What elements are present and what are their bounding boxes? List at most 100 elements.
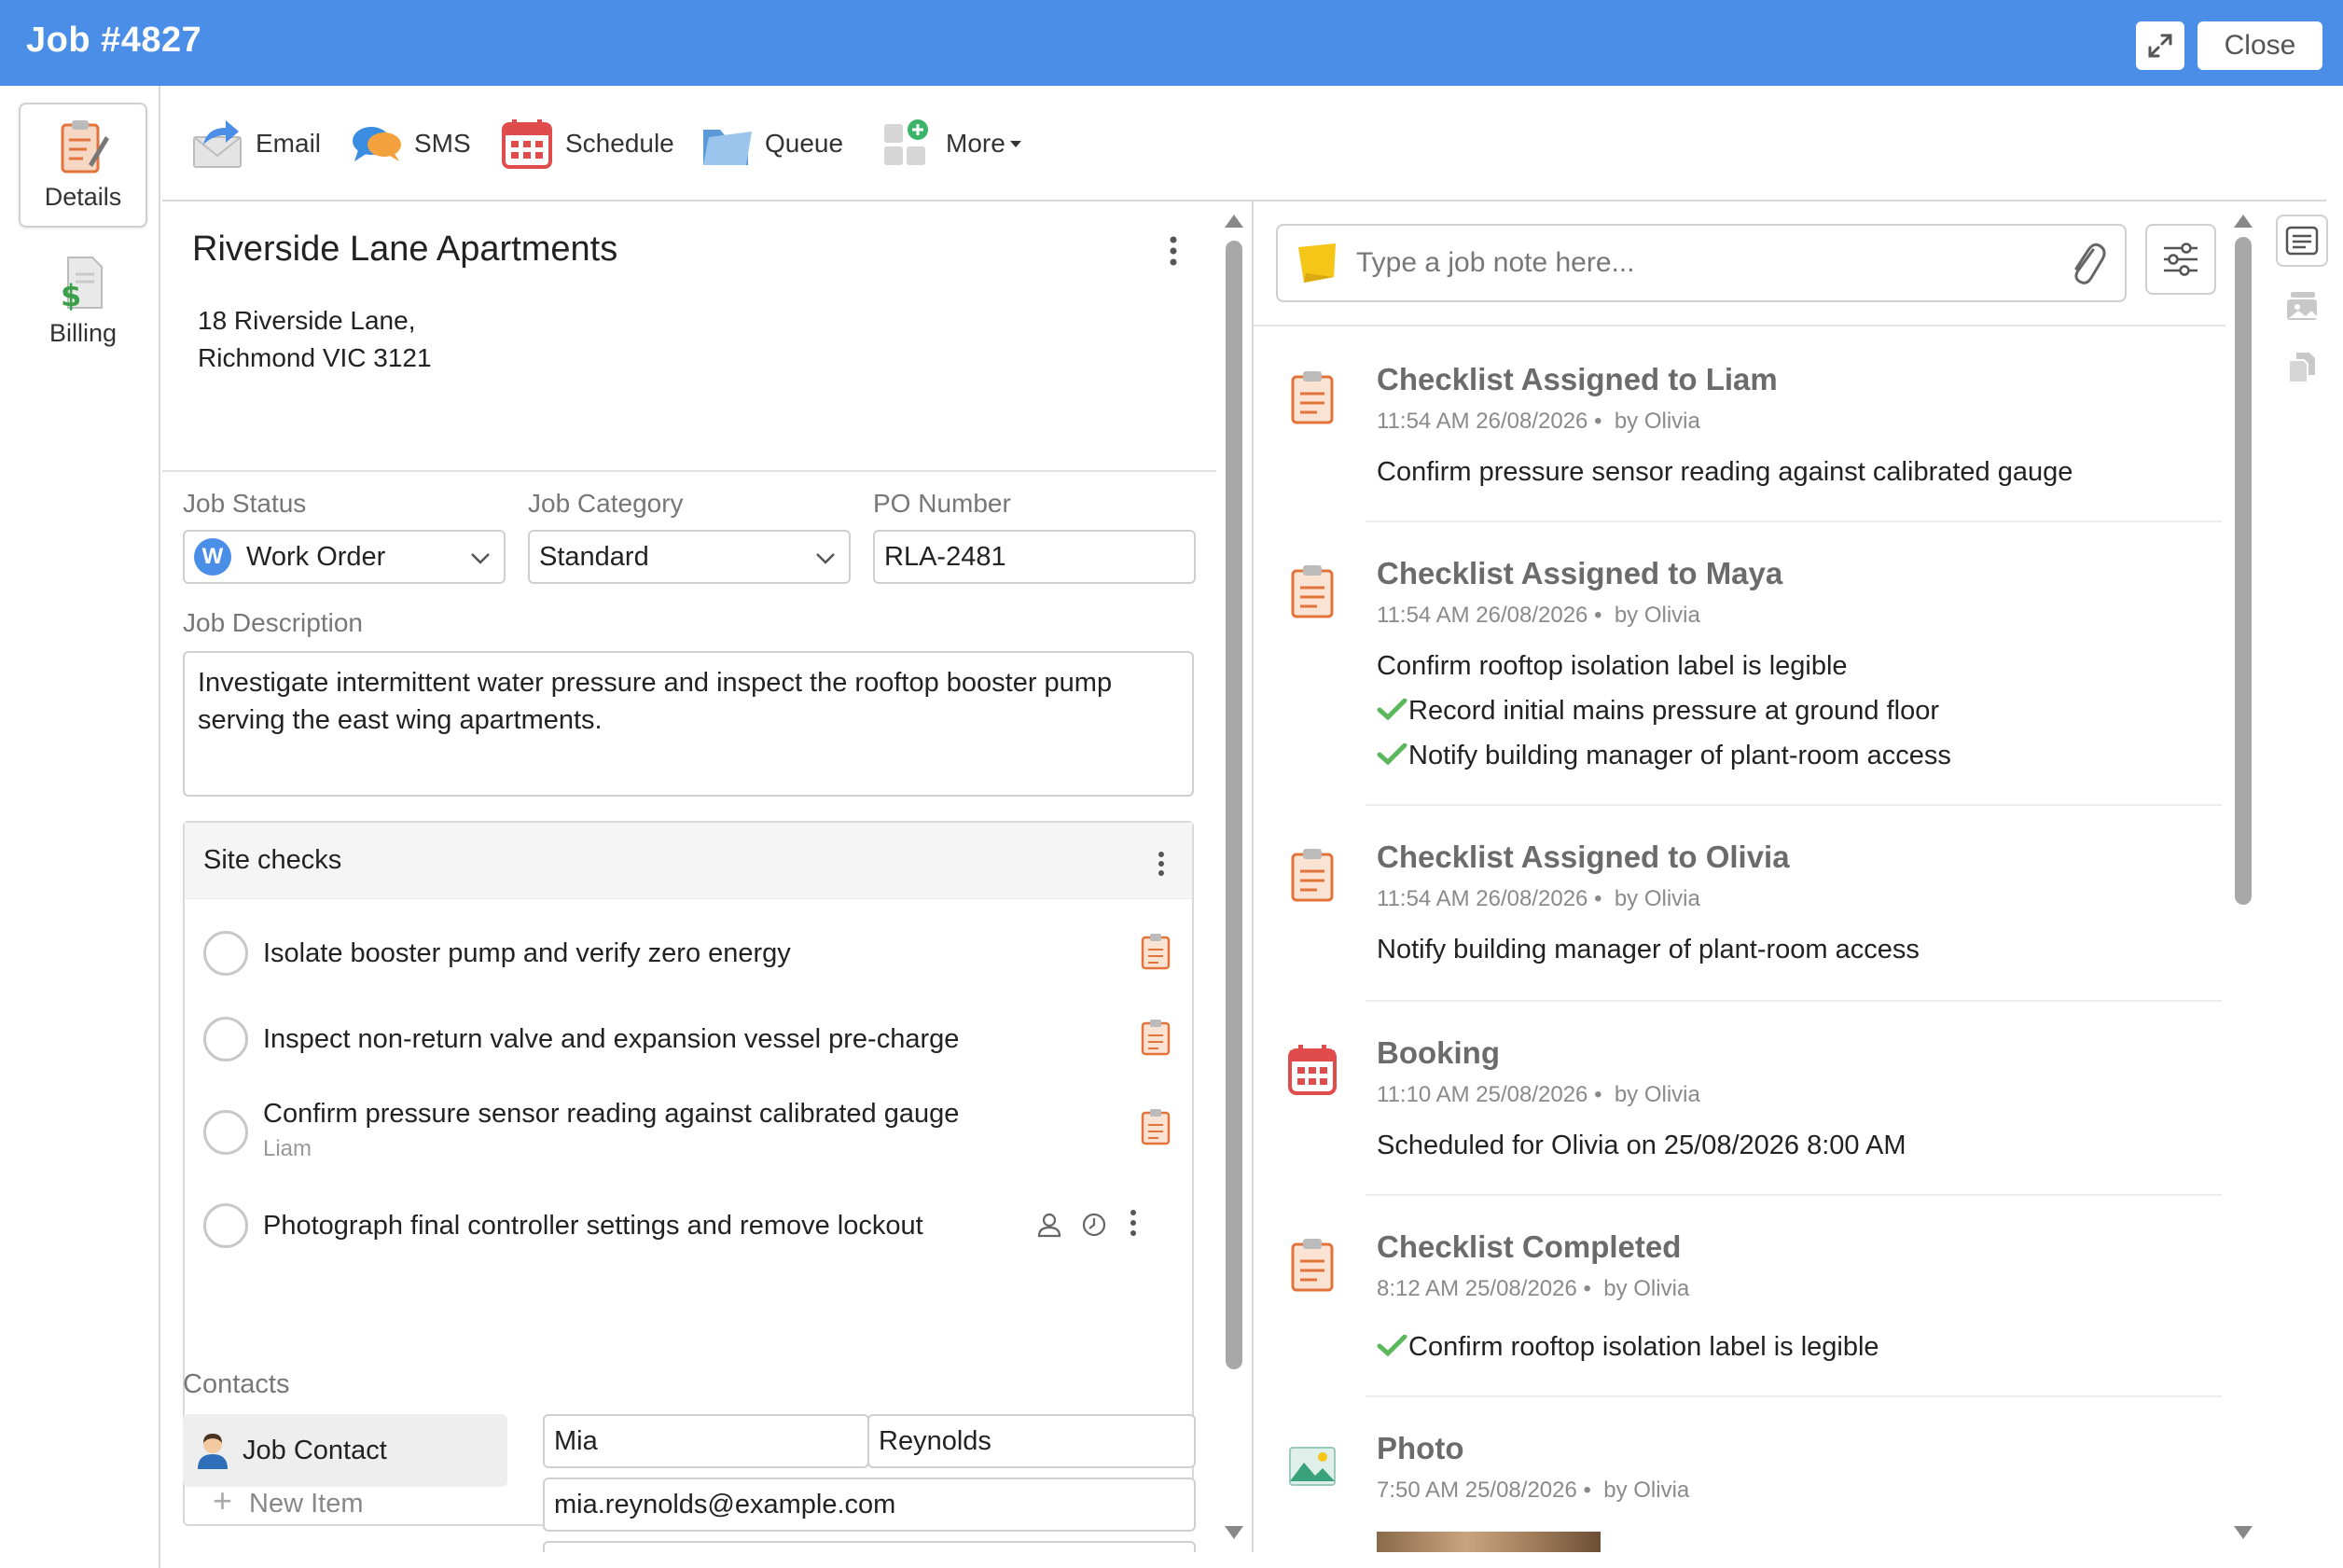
email-icon <box>193 120 242 168</box>
feed-line: Confirm pressure sensor reading against … <box>1377 457 2073 487</box>
job-note-placeholder: Type a job note here... <box>1356 247 1635 278</box>
email-button[interactable]: Email <box>190 114 321 173</box>
notes-list-icon <box>2285 226 2319 256</box>
sticky-note-icon <box>1298 243 1336 283</box>
clock-icon[interactable] <box>1080 1211 1108 1239</box>
checklist-icon[interactable] <box>1140 1019 1172 1056</box>
scroll-down-arrow[interactable] <box>2234 1526 2253 1539</box>
assign-user-icon[interactable] <box>1035 1211 1063 1239</box>
feed-item-author: by Olivia <box>1614 1082 1700 1107</box>
close-button[interactable]: Close <box>2197 21 2322 70</box>
checklist-item-assignee: Liam <box>263 1136 312 1161</box>
scroll-thumb[interactable] <box>1226 241 1242 1369</box>
new-item-label: New Item <box>249 1489 364 1519</box>
job-contact-label: Job Contact <box>243 1435 387 1465</box>
checklist-item[interactable]: Confirm pressure sensor reading against … <box>185 1084 1192 1177</box>
checklist-item[interactable]: Isolate booster pump and verify zero ene… <box>185 912 1192 991</box>
scroll-up-arrow[interactable] <box>2234 215 2253 228</box>
feed-item[interactable]: Checklist Assigned to Maya 11:54 AM 26/0… <box>1254 554 2225 815</box>
feed-item-meta: 11:54 AM 26/08/2026 • by Olivia <box>1377 886 1700 911</box>
job-category-select[interactable]: Standard <box>528 530 851 584</box>
left-rail: Details $ Billing <box>0 86 160 1568</box>
feed-item-title: Checklist Completed <box>1377 1229 1682 1264</box>
checklist-item-checkbox[interactable] <box>203 1110 248 1155</box>
address-line2: Richmond VIC 3121 <box>198 343 432 372</box>
feed-item-body: Confirm rooftop isolation label is legib… <box>1377 644 1951 778</box>
job-status-select[interactable]: W Work Order <box>183 530 506 584</box>
checklist-item-checkbox[interactable] <box>203 1203 248 1248</box>
feed-scrollbar[interactable] <box>2225 201 2259 1552</box>
expand-button[interactable] <box>2136 21 2184 70</box>
contact-last-name-input[interactable]: Reynolds <box>867 1414 1196 1468</box>
photo-icon <box>1289 1447 1336 1486</box>
contact-phone-input[interactable] <box>543 1541 1196 1552</box>
checklist-item[interactable]: Photograph final controller settings and… <box>185 1186 1192 1265</box>
checklist-icon[interactable] <box>1140 1108 1172 1145</box>
po-number-label: PO Number <box>873 489 1011 518</box>
kebab-icon <box>1158 852 1164 876</box>
calendar-icon <box>1288 1045 1337 1095</box>
feed-item-time: 11:10 AM 25/08/2026 <box>1377 1082 1588 1107</box>
job-note-input[interactable]: Type a job note here... <box>1276 224 2127 302</box>
feed-item[interactable]: Booking 11:10 AM 25/08/2026 • by Olivia … <box>1254 1034 2225 1220</box>
checklist-item-checkbox[interactable] <box>203 1017 248 1062</box>
schedule-button[interactable]: Schedule <box>500 114 674 173</box>
checklist-title: Site checks <box>203 845 342 875</box>
more-button[interactable]: More <box>880 114 1022 173</box>
feed-item[interactable]: Photo 7:50 AM 25/08/2026 • by Olivia <box>1254 1429 2225 1552</box>
queue-button[interactable]: Queue <box>700 114 843 173</box>
kebab-icon[interactable] <box>1129 1209 1138 1237</box>
photo-thumbnail[interactable] <box>1377 1532 1601 1552</box>
po-number-input[interactable]: RLA-2481 <box>873 530 1196 584</box>
checklist-item-checkbox[interactable] <box>203 931 248 976</box>
notes-view-button[interactable] <box>2276 215 2328 267</box>
feed-item-title: Checklist Assigned to Liam <box>1377 362 1778 396</box>
feed-item-author: by Olivia <box>1603 1478 1690 1503</box>
job-status-value: Work Order <box>246 541 386 572</box>
clipboard-edit-icon <box>61 120 109 173</box>
section-divider <box>162 470 1216 472</box>
feed-item[interactable]: Checklist Assigned to Liam 11:54 AM 26/0… <box>1254 360 2225 556</box>
paperclip-icon[interactable] <box>2065 239 2108 287</box>
calendar-icon <box>502 119 552 169</box>
details-scrollbar[interactable] <box>1216 201 1252 1552</box>
site-menu-button[interactable] <box>1168 235 1179 272</box>
documents-view-button[interactable] <box>2276 341 2328 394</box>
svg-text:$: $ <box>61 278 81 312</box>
feed-item-meta: 11:10 AM 25/08/2026 • by Olivia <box>1377 1082 1700 1107</box>
job-description-textarea[interactable]: Investigate intermittent water pressure … <box>183 651 1194 797</box>
job-status-label: Job Status <box>183 489 307 518</box>
scroll-thumb[interactable] <box>2235 237 2252 905</box>
checklist-icon <box>1291 565 1334 618</box>
window-titlebar: Job #4827 Close <box>0 0 2343 86</box>
feed-item-body: Scheduled for Olivia on 25/08/2026 8:00 … <box>1377 1123 1906 1168</box>
feed-line: Scheduled for Olivia on 25/08/2026 8:00 … <box>1377 1131 1906 1160</box>
sms-button[interactable]: SMS <box>349 114 471 173</box>
feed-line: Confirm rooftop isolation label is legib… <box>1377 651 1848 681</box>
feed-item[interactable]: Checklist Completed 8:12 AM 25/08/2026 •… <box>1254 1228 2225 1414</box>
feed-item[interactable]: Checklist Assigned to Olivia 11:54 AM 26… <box>1254 838 2225 1024</box>
po-number-value: RLA-2481 <box>884 541 1006 572</box>
checklist-item-text: Photograph final controller settings and… <box>263 1211 923 1241</box>
sms-icon <box>353 127 401 161</box>
job-contact-tag[interactable]: Job Contact <box>183 1414 507 1487</box>
checklist-menu-button[interactable] <box>1157 851 1166 882</box>
checklist-icon <box>1291 371 1334 424</box>
check-mark-icon <box>1377 1335 1407 1357</box>
feed-filter-button[interactable] <box>2145 224 2216 295</box>
checklist-item[interactable]: Inspect non-return valve and expansion v… <box>185 1000 1192 1078</box>
checklist-icon[interactable] <box>1140 933 1172 970</box>
feed-item-time: 8:12 AM 25/08/2026 <box>1377 1276 1577 1301</box>
feed-item-title: Photo <box>1377 1431 1464 1465</box>
contact-first-name-input[interactable]: Mia <box>543 1414 869 1468</box>
photos-view-button[interactable] <box>2276 280 2328 332</box>
rail-item-details[interactable]: Details <box>19 103 147 228</box>
contact-email-input[interactable]: mia.reynolds@example.com <box>543 1478 1196 1532</box>
feed-top-divider <box>1254 325 2225 326</box>
email-label: Email <box>256 129 322 158</box>
scroll-down-arrow[interactable] <box>1225 1526 1243 1539</box>
expand-icon <box>2148 34 2172 58</box>
new-item-button[interactable]: + New Item <box>213 1481 364 1520</box>
rail-item-billing[interactable]: $ Billing <box>19 241 147 366</box>
scroll-up-arrow[interactable] <box>1225 215 1243 228</box>
